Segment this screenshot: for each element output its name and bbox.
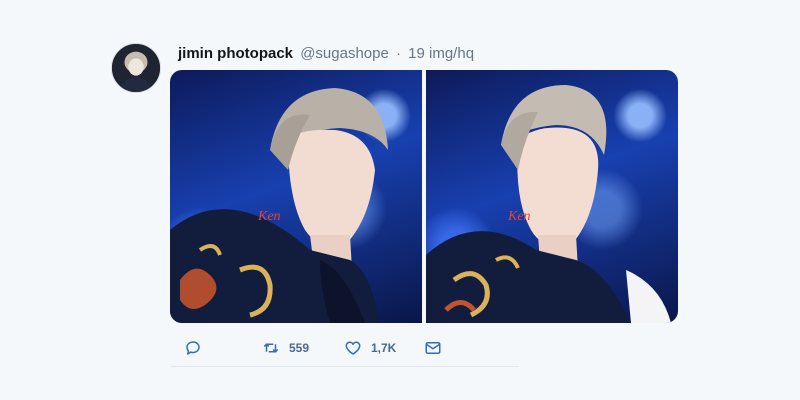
display-name[interactable]: jimin photopack bbox=[178, 45, 293, 62]
media-photo-1[interactable]: Ken bbox=[170, 70, 422, 323]
tweet-header: jimin photopack @sugashope · 19 img/hq bbox=[178, 45, 474, 63]
retweet-button[interactable]: 559 bbox=[262, 337, 309, 359]
retweet-icon bbox=[263, 343, 279, 353]
reply-icon bbox=[186, 341, 200, 355]
heart-icon bbox=[345, 341, 361, 355]
concert-photo-icon: Ken bbox=[170, 88, 388, 323]
concert-photo-icon: Ken bbox=[426, 85, 671, 323]
separator-dot: · bbox=[395, 45, 401, 62]
tweet-media: Ken Ken bbox=[170, 70, 678, 323]
reply-button[interactable] bbox=[184, 337, 202, 359]
embroidery-text: Ken bbox=[257, 209, 281, 224]
divider bbox=[171, 366, 519, 367]
like-button[interactable]: 1,7K bbox=[344, 337, 396, 359]
embroidery-text: Ken bbox=[507, 209, 531, 224]
like-count: 1,7K bbox=[371, 341, 397, 355]
tweet-actions: 559 1,7K bbox=[184, 337, 484, 359]
tweet-text: 19 img/hq bbox=[408, 45, 475, 62]
media-photo-2[interactable]: Ken bbox=[426, 70, 678, 323]
envelope-icon bbox=[425, 342, 441, 354]
direct-message-button[interactable] bbox=[424, 337, 442, 359]
user-handle[interactable]: @sugashope bbox=[300, 45, 389, 62]
avatar-image bbox=[112, 44, 160, 92]
avatar[interactable] bbox=[111, 43, 161, 93]
retweet-count: 559 bbox=[289, 341, 310, 355]
